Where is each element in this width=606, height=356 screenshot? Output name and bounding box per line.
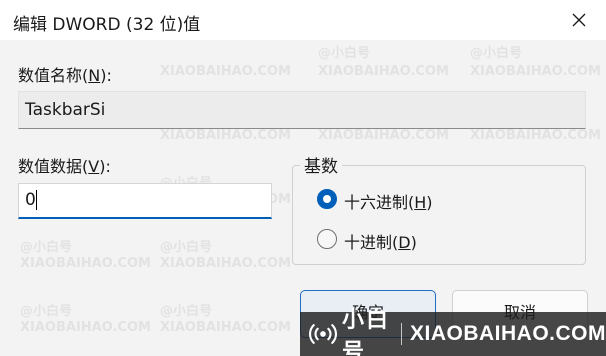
brand-name-en: XIAOBAIHAO.COM <box>410 322 606 345</box>
watermark-tag: @小白号 <box>470 46 523 61</box>
watermark-tag: @小白号 <box>160 240 213 255</box>
watermark-text: XIAOBAIHAO.COM <box>20 256 151 271</box>
close-button[interactable] <box>556 0 602 40</box>
base-group-title: 基数 <box>300 152 342 177</box>
watermark-tag: @小白号 <box>160 304 213 319</box>
text-caret <box>36 190 37 210</box>
brand-separator <box>401 323 402 345</box>
decimal-radio-label[interactable]: 十进制(D) <box>344 229 417 253</box>
watermark-text: XIAOBAIHAO.COM <box>160 320 291 335</box>
watermark-text: XIAOBAIHAO.COM <box>318 128 449 143</box>
value-name-field[interactable]: TaskbarSi <box>18 91 586 129</box>
watermark-tag: @小白号 <box>318 46 371 61</box>
edit-dword-dialog: 编辑 DWORD (32 位)值 @小白号 @小白号 XIAOBAIHAO.CO… <box>0 0 606 356</box>
watermark-tag: @小白号 <box>20 304 73 319</box>
close-icon <box>572 13 586 27</box>
decimal-radio[interactable] <box>317 229 337 249</box>
hex-radio[interactable] <box>317 189 337 209</box>
brand-watermark: 小白号 XIAOBAIHAO.COM <box>300 308 606 356</box>
watermark-text: XIAOBAIHAO.COM <box>20 320 151 335</box>
value-name-text: TaskbarSi <box>25 100 106 120</box>
value-data-text: 0 <box>25 190 36 210</box>
broadcast-icon <box>308 317 338 351</box>
value-data-input[interactable]: 0 <box>18 183 272 219</box>
watermark-text: XIAOBAIHAO.COM <box>160 256 291 271</box>
watermark-text: XIAOBAIHAO.COM <box>318 64 449 79</box>
value-data-label: 数值数据(V): <box>18 157 111 176</box>
hex-radio-label[interactable]: 十六进制(H) <box>344 189 433 213</box>
window-title: 编辑 DWORD (32 位)值 <box>13 15 201 35</box>
watermark-text: XIAOBAIHAO.COM <box>160 128 291 143</box>
watermark-text: XIAOBAIHAO.COM <box>470 128 601 143</box>
watermark-tag: @小白号 <box>20 240 73 255</box>
title-bar[interactable]: 编辑 DWORD (32 位)值 <box>0 0 606 40</box>
base-group <box>292 165 586 265</box>
brand-name-cn: 小白号 <box>342 308 391 356</box>
watermark-text: XIAOBAIHAO.COM <box>160 64 291 79</box>
watermark-text: XIAOBAIHAO.COM <box>470 64 601 79</box>
value-name-label: 数值名称(N): <box>18 66 112 85</box>
